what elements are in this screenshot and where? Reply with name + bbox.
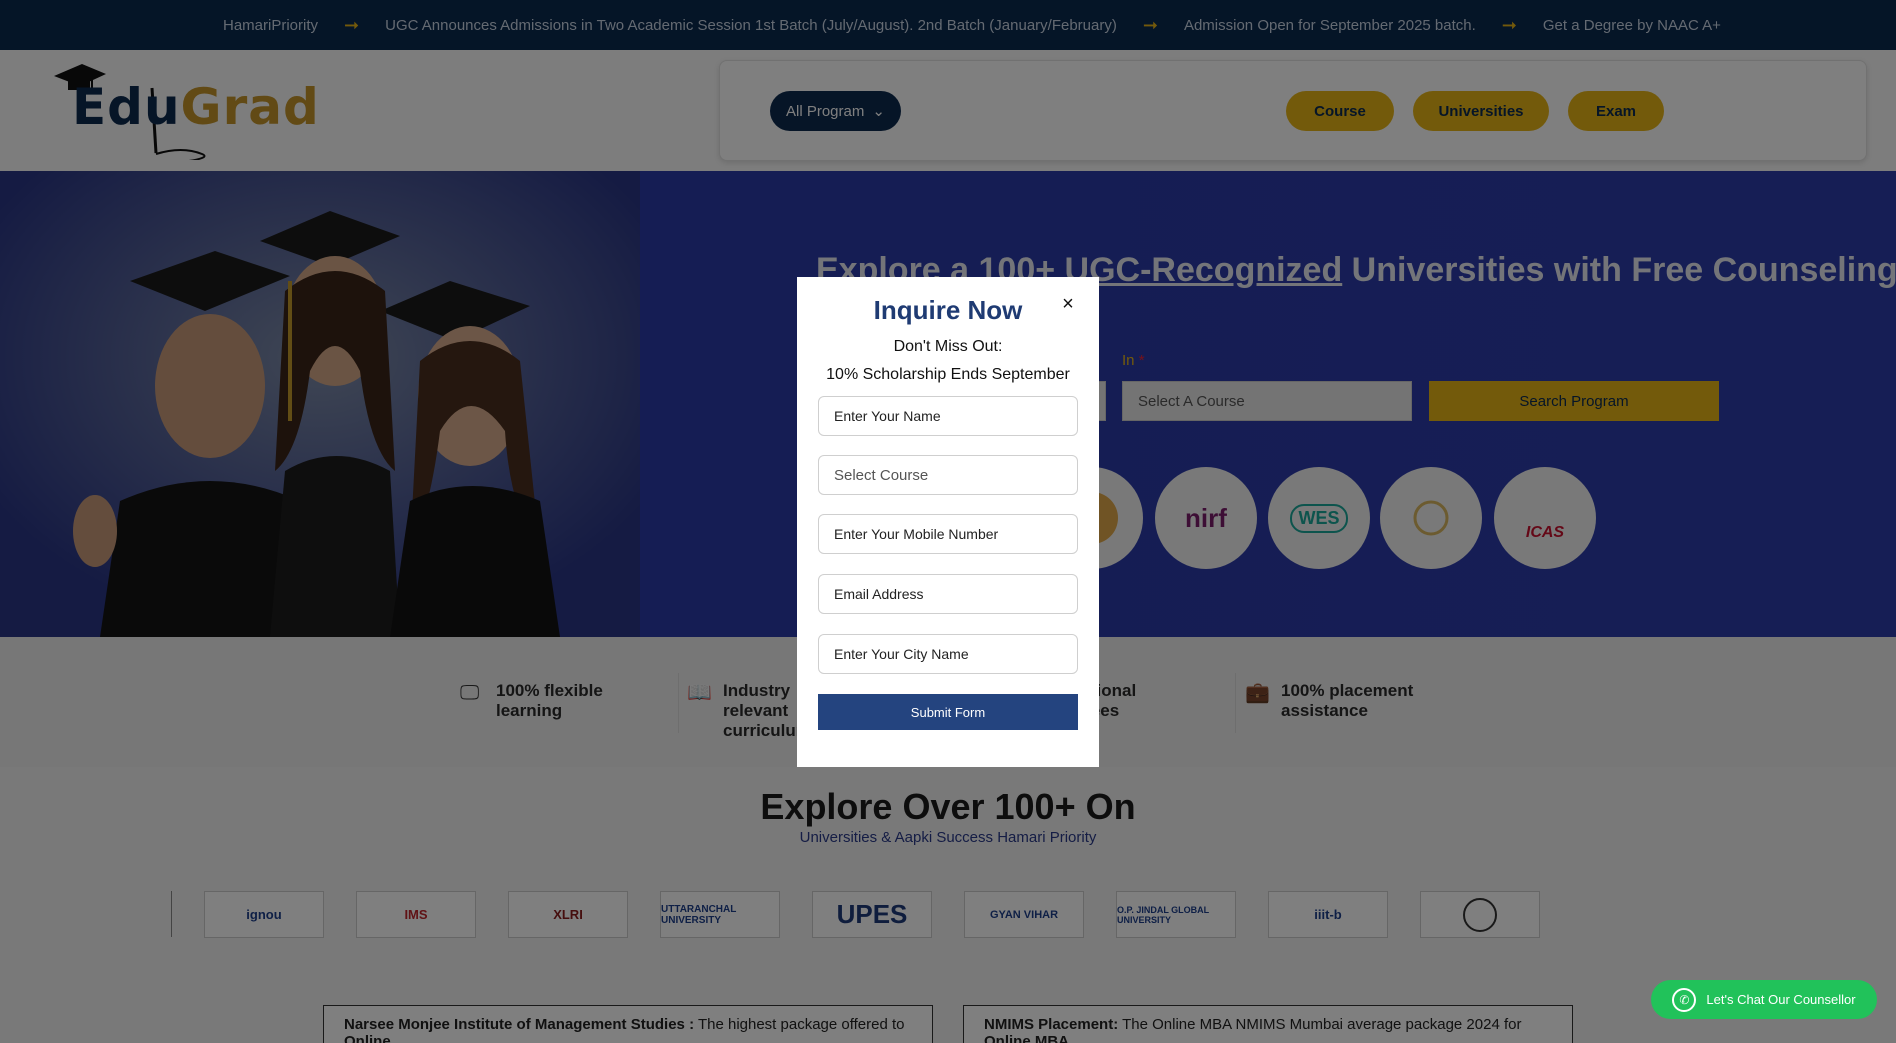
modal-subtitle: 10% Scholarship Ends September: [826, 366, 1070, 383]
course-select[interactable]: Select Course: [818, 455, 1078, 495]
mobile-input[interactable]: [818, 514, 1078, 554]
email-input[interactable]: [818, 574, 1078, 614]
modal-subtitle: Don't Miss Out:: [893, 338, 1003, 355]
chat-counsellor-button[interactable]: ✆ Let's Chat Our Counsellor: [1651, 980, 1877, 1019]
submit-form-button[interactable]: Submit Form: [818, 694, 1078, 730]
city-input[interactable]: [818, 634, 1078, 674]
inquire-modal: × Inquire Now Don't Miss Out: 10% Schola…: [797, 277, 1099, 767]
whatsapp-icon: ✆: [1672, 987, 1697, 1012]
name-input[interactable]: [818, 396, 1078, 436]
modal-title: Inquire Now: [873, 295, 1023, 325]
